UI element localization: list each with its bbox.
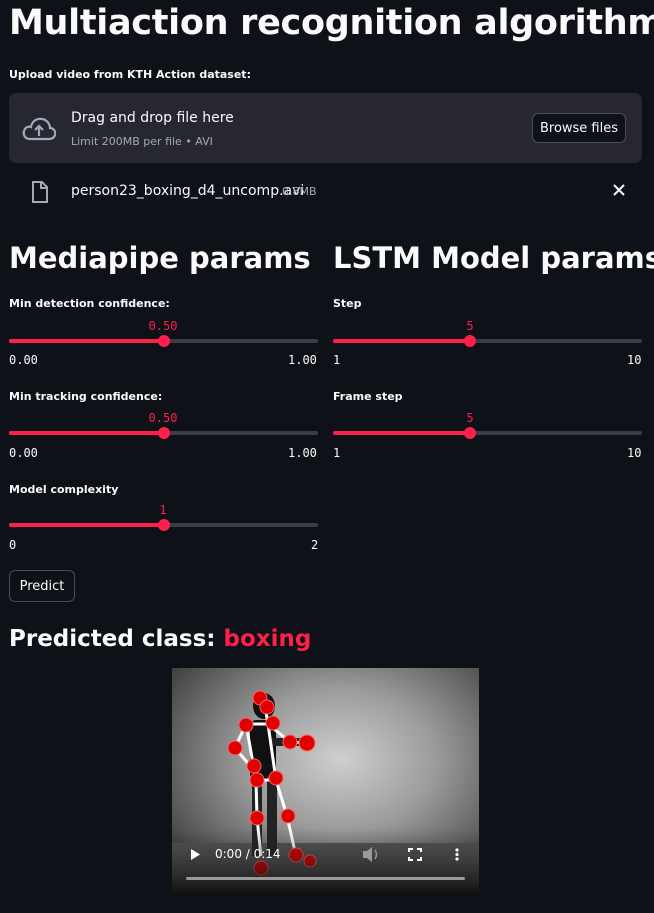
model-complexity-value: 1 [159, 503, 167, 517]
dropzone-limit: Limit 200MB per file • AVI [71, 135, 213, 148]
slider-min-label: 1 [333, 353, 341, 367]
slider-thumb[interactable] [157, 335, 170, 347]
prediction-value: boxing [223, 626, 312, 652]
slider-max-label: 1.00 [288, 446, 317, 460]
min-detection-confidence-label: Min detection confidence: [9, 297, 170, 310]
cloud-upload-icon [22, 117, 56, 141]
min-tracking-confidence-value: 0.50 [148, 411, 178, 425]
more-options-icon[interactable] [455, 848, 459, 861]
min-tracking-confidence-label: Min tracking confidence: [9, 390, 163, 403]
slider-thumb[interactable] [464, 335, 477, 347]
predict-button[interactable]: Predict [9, 570, 75, 602]
video-progress-bar[interactable] [186, 877, 465, 880]
slider-max-label: 1.00 [288, 353, 317, 367]
slider-max-label: 10 [627, 446, 642, 460]
prediction-result: Predicted class: boxing [9, 626, 311, 652]
slider-thumb[interactable] [157, 427, 170, 439]
prediction-label: Predicted class: [9, 626, 216, 652]
browse-files-button[interactable]: Browse files [532, 113, 626, 143]
upload-label: Upload video from KTH Action dataset: [9, 68, 251, 81]
close-icon[interactable] [612, 183, 626, 197]
frame-step-value: 5 [466, 411, 474, 425]
step-value: 5 [466, 319, 474, 333]
slider-thumb[interactable] [157, 519, 170, 531]
slider-min-label: 0 [9, 538, 17, 552]
video-player[interactable] [172, 668, 479, 897]
slider-min-label: 0.00 [9, 446, 38, 460]
slider-fill [333, 431, 471, 435]
min-detection-confidence-slider[interactable] [9, 335, 318, 347]
frame-step-slider[interactable] [333, 427, 642, 439]
slider-max-label: 10 [627, 353, 642, 367]
video-time-display: 0:00 / 0:14 [215, 847, 281, 861]
slider-fill [333, 339, 471, 343]
slider-min-label: 0.00 [9, 353, 38, 367]
slider-min-label: 1 [333, 446, 341, 460]
uploaded-file-name: person23_boxing_d4_uncomp.avi [71, 183, 305, 199]
slider-fill [9, 431, 164, 435]
lstm-params-heading: LSTM Model params [333, 241, 654, 275]
uploaded-file-size: 0.8MB [282, 185, 317, 198]
min-tracking-confidence-slider[interactable] [9, 427, 318, 439]
file-icon [32, 181, 48, 203]
dropzone-instructions: Drag and drop file here [71, 110, 234, 126]
min-detection-confidence-value: 0.50 [148, 319, 178, 333]
page-title: Multiaction recognition algorithm [9, 3, 654, 43]
step-label: Step [333, 297, 362, 310]
mediapipe-params-heading: Mediapipe params [9, 241, 311, 275]
video-frame [172, 668, 479, 897]
step-slider[interactable] [333, 335, 642, 347]
slider-fill [9, 339, 164, 343]
slider-max-label: 2 [311, 538, 319, 552]
slider-thumb[interactable] [464, 427, 477, 439]
model-complexity-label: Model complexity [9, 483, 119, 496]
frame-step-label: Frame step [333, 390, 403, 403]
model-complexity-slider[interactable] [9, 519, 318, 531]
slider-fill [9, 523, 164, 527]
